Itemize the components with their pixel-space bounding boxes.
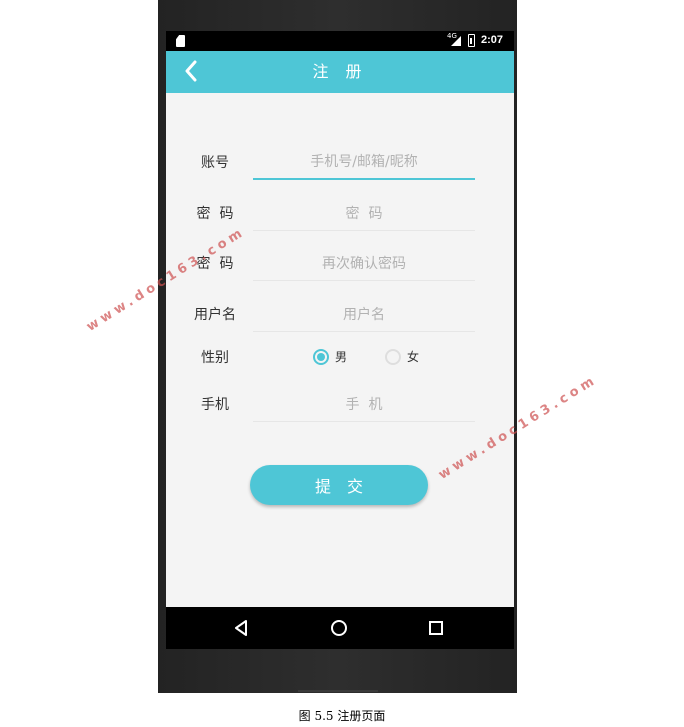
password-input[interactable] <box>253 197 475 231</box>
recents-square-icon[interactable] <box>423 615 449 641</box>
gender-label: 性别 <box>201 350 229 366</box>
password-row: 密 码 <box>166 193 514 233</box>
gender-option-male[interactable]: 男 <box>313 348 347 365</box>
phone-input[interactable] <box>253 388 475 422</box>
radio-checked-icon <box>313 348 329 365</box>
account-label: 账号 <box>201 155 229 171</box>
sim-card-icon <box>176 35 185 47</box>
phone-row: 手机 <box>166 384 514 424</box>
password-label: 密 码 <box>196 206 234 222</box>
submit-button[interactable]: 提交 <box>250 465 428 505</box>
username-label: 用户名 <box>194 307 236 323</box>
username-input[interactable] <box>253 298 475 332</box>
battery-icon <box>468 34 475 47</box>
phone-screen: 4G 2:07 注 册 账号 密 码 密 码 用户名 性别 男 <box>166 31 514 649</box>
figure-caption: 图 5.5 注册页面 <box>298 709 386 723</box>
app-bar: 注 册 <box>166 51 514 93</box>
phone-label: 手机 <box>201 397 229 413</box>
navigation-bar <box>166 607 514 649</box>
page-title: 注 册 <box>312 62 368 81</box>
signal-icon <box>451 36 461 46</box>
home-circle-icon[interactable] <box>326 615 352 641</box>
username-row: 用户名 <box>166 294 514 334</box>
gender-option-label: 女 <box>407 350 420 364</box>
account-input[interactable] <box>253 146 475 180</box>
bezel-line <box>298 690 378 692</box>
account-row: 账号 <box>166 142 514 182</box>
back-triangle-icon[interactable] <box>228 615 254 641</box>
chevron-left-icon[interactable] <box>178 58 204 84</box>
radio-unchecked-icon <box>385 348 401 365</box>
gender-option-female[interactable]: 女 <box>385 348 419 365</box>
status-bar: 4G 2:07 <box>166 31 514 51</box>
gender-row: 性别 男 女 <box>166 337 514 377</box>
confirm-password-input[interactable] <box>253 247 475 281</box>
gender-option-label: 男 <box>335 350 348 364</box>
status-time: 2:07 <box>481 34 504 46</box>
